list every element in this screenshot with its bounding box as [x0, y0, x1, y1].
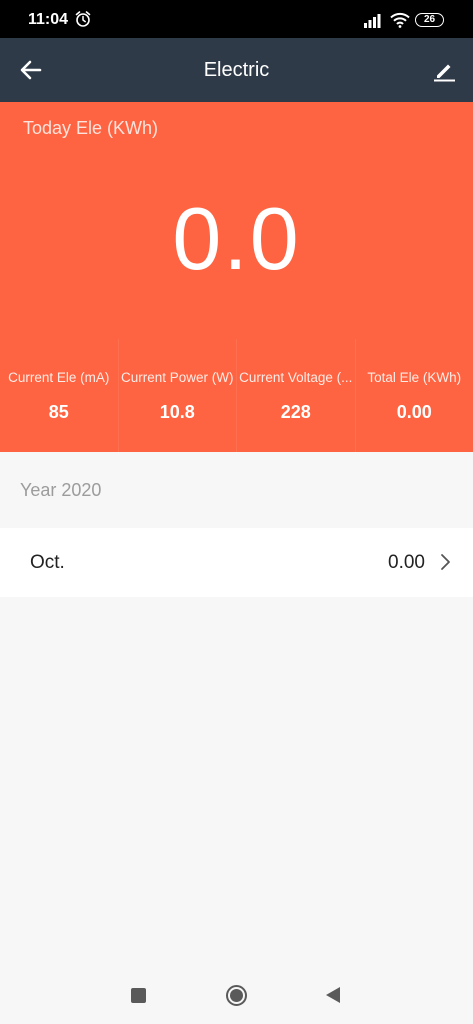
stat-label: Current Voltage (... — [239, 370, 353, 385]
status-time: 11:04 — [28, 11, 69, 28]
stat-total-ele: Total Ele (KWh) 0.00 — [356, 339, 473, 452]
today-usage-label: Today Ele (KWh) — [23, 118, 159, 138]
month-name: Oct. — [30, 552, 65, 573]
nav-recent-icon[interactable] — [131, 988, 146, 1003]
list-item[interactable]: Oct. 0.00 — [0, 528, 473, 597]
year-header: Year 2020 — [20, 480, 102, 500]
nav-back-icon[interactable] — [324, 986, 342, 1004]
stat-value: 10.8 — [159, 402, 195, 422]
stat-current-power: Current Power (W) 10.8 — [119, 339, 237, 452]
wifi-icon — [390, 12, 410, 28]
stat-value: 85 — [48, 402, 69, 422]
stat-current-ele: Current Ele (mA) 85 — [0, 339, 119, 452]
battery-icon: 26 — [415, 13, 444, 27]
month-value: 0.00 — [388, 552, 425, 573]
stat-current-voltage: Current Voltage (... 228 — [237, 339, 356, 452]
stat-value: 228 — [280, 402, 311, 422]
stat-label: Total Ele (KWh) — [367, 370, 462, 385]
stats-row: Current Ele (mA) 85 Current Power (W) 10… — [0, 339, 473, 452]
signal-icon — [364, 14, 381, 28]
today-usage-panel: Today Ele (KWh) 0.0 Current Ele (mA) 85 … — [0, 102, 473, 452]
nav-home-icon[interactable] — [226, 985, 247, 1006]
stat-value: 0.00 — [396, 402, 432, 422]
stat-label: Current Power (W) — [120, 370, 234, 385]
page-title: Electric — [203, 59, 270, 81]
today-usage-value: 0.0 — [172, 189, 301, 288]
stat-label: Current Ele (mA) — [8, 370, 110, 385]
app-bar: Electric — [0, 38, 473, 102]
status-bar: 11:04 26 — [0, 0, 473, 38]
alarm-icon — [75, 11, 91, 27]
system-nav-bar — [0, 967, 473, 1024]
chevron-right-icon — [441, 554, 450, 570]
edit-pencil-icon[interactable] — [432, 58, 456, 82]
